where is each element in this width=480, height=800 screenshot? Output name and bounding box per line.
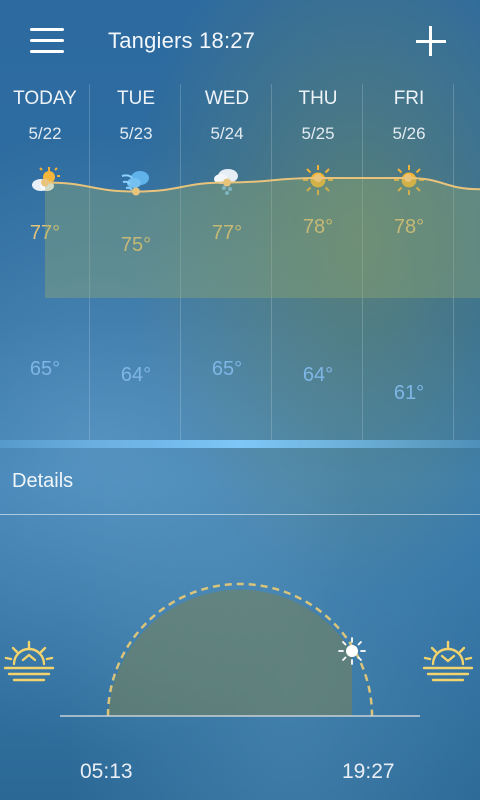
add-city-button[interactable] bbox=[414, 24, 448, 58]
low-temp: 61° bbox=[393, 382, 425, 404]
day-name: WED bbox=[204, 88, 250, 109]
city-time-title[interactable]: Tangiers 18:27 bbox=[108, 28, 255, 54]
day-date: 5/23 bbox=[119, 124, 153, 143]
day-name: TODAY bbox=[13, 88, 77, 109]
day-name: FRI bbox=[393, 88, 425, 109]
high-temp-point bbox=[223, 178, 231, 187]
menu-button[interactable] bbox=[30, 28, 64, 56]
top-bar: Tangiers 18:27 bbox=[0, 0, 480, 84]
section-divider bbox=[0, 440, 480, 448]
day-date: 5/24 bbox=[210, 124, 244, 143]
high-temp-point bbox=[404, 174, 412, 182]
sun-path-diagram bbox=[3, 582, 474, 717]
temperature-band-fill bbox=[45, 178, 480, 298]
sunset-icon bbox=[422, 640, 474, 682]
sun-icon bbox=[338, 637, 366, 665]
high-temp-point bbox=[314, 174, 322, 182]
day-date: 5/22 bbox=[28, 124, 62, 143]
low-temp: 64° bbox=[302, 364, 334, 386]
day-date: 5/26 bbox=[392, 124, 426, 143]
sunset-time: 19:27 bbox=[342, 760, 395, 783]
low-temp: 65° bbox=[211, 358, 243, 380]
sunrise-icon bbox=[3, 640, 55, 682]
sunrise-time: 05:13 bbox=[80, 760, 133, 783]
day-name: THU bbox=[298, 88, 338, 109]
temperature-band-chart bbox=[41, 174, 480, 298]
details-divider bbox=[0, 514, 480, 515]
day-date: 5/25 bbox=[301, 124, 335, 143]
day-name: TUE bbox=[117, 88, 155, 109]
high-temp-point bbox=[41, 178, 49, 187]
details-heading: Details bbox=[12, 470, 74, 492]
forecast-strip[interactable]: TODAY 5/22 77° 65° TUE 5/23 75° 64° bbox=[0, 84, 480, 440]
low-temp: 64° bbox=[120, 364, 152, 386]
high-temp-point bbox=[132, 187, 140, 196]
low-temp: 65° bbox=[29, 358, 61, 380]
hamburger-menu-icon bbox=[30, 28, 64, 31]
